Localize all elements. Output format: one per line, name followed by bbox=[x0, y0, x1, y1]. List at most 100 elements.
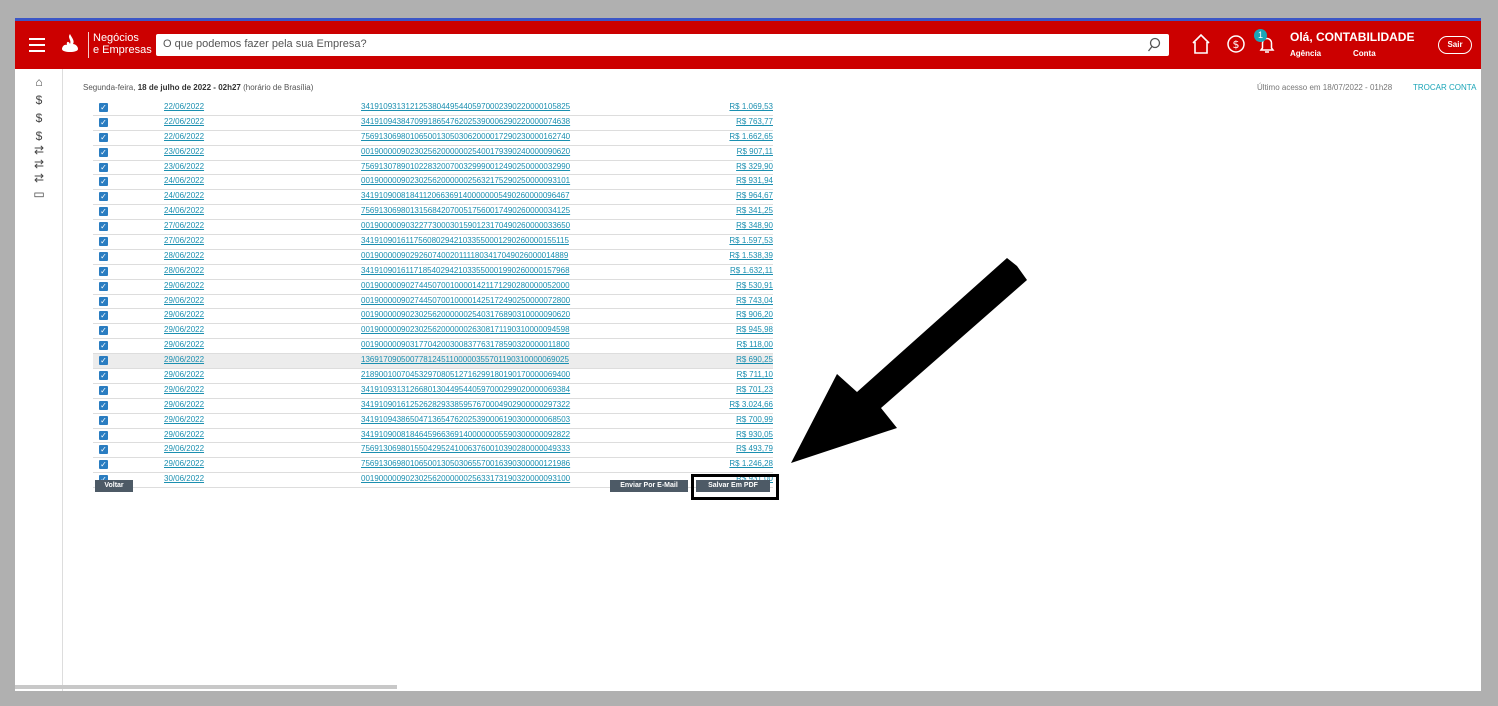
row-value-link[interactable]: R$ 690,25 bbox=[736, 355, 773, 364]
row-checkbox[interactable]: ✓ bbox=[99, 207, 108, 217]
row-checkbox[interactable]: ✓ bbox=[99, 341, 108, 351]
money-refresh-icon[interactable]: $ bbox=[1226, 34, 1246, 54]
dollar-icon[interactable]: $ bbox=[31, 129, 47, 143]
row-value-link[interactable]: R$ 1.632,11 bbox=[730, 266, 773, 275]
row-barcode-link[interactable]: 7569130698015504295241006376001039028000… bbox=[361, 444, 570, 453]
row-value-link[interactable]: R$ 700,99 bbox=[736, 415, 773, 424]
row-barcode-link[interactable]: 3419109008184112066369140000000549026000… bbox=[361, 191, 570, 200]
row-date-link[interactable]: 29/06/2022 bbox=[164, 400, 204, 409]
row-date-link[interactable]: 29/06/2022 bbox=[164, 340, 204, 349]
row-checkbox[interactable]: ✓ bbox=[99, 117, 108, 127]
row-barcode-link[interactable]: 0019000009023025620000002540317689031000… bbox=[361, 310, 570, 319]
row-barcode-link[interactable]: 3419109016117185402942103355000199026000… bbox=[361, 266, 570, 275]
row-value-link[interactable]: R$ 493,79 bbox=[736, 444, 773, 453]
row-barcode-link[interactable]: 3419109313121253804495440597000239022000… bbox=[361, 102, 570, 111]
row-date-link[interactable]: 22/06/2022 bbox=[164, 117, 204, 126]
row-value-link[interactable]: R$ 930,05 bbox=[736, 430, 773, 439]
row-date-link[interactable]: 28/06/2022 bbox=[164, 251, 204, 260]
search-icon[interactable] bbox=[1147, 37, 1161, 53]
money-refresh-icon[interactable]: $ bbox=[31, 111, 47, 125]
row-date-link[interactable]: 22/06/2022 bbox=[164, 102, 204, 111]
row-value-link[interactable]: R$ 3.024,66 bbox=[729, 400, 773, 409]
row-checkbox[interactable]: ✓ bbox=[99, 445, 108, 455]
row-barcode-link[interactable]: 0019000009027445070010000142117129028000… bbox=[361, 281, 570, 290]
switch-account-link[interactable]: TROCAR CONTA bbox=[1413, 83, 1476, 92]
row-barcode-link[interactable]: 7569130789010228320070032999001249025000… bbox=[361, 162, 570, 171]
row-checkbox[interactable]: ✓ bbox=[99, 237, 108, 247]
row-date-link[interactable]: 29/06/2022 bbox=[164, 444, 204, 453]
row-value-link[interactable]: R$ 931,94 bbox=[736, 176, 773, 185]
row-date-link[interactable]: 29/06/2022 bbox=[164, 385, 204, 394]
row-barcode-link[interactable]: 0019000009027445070010000142517249025000… bbox=[361, 296, 570, 305]
hamburger-menu-icon[interactable] bbox=[29, 38, 45, 52]
santander-flame-logo[interactable] bbox=[59, 32, 81, 56]
row-date-link[interactable]: 23/06/2022 bbox=[164, 162, 204, 171]
row-date-link[interactable]: 29/06/2022 bbox=[164, 296, 204, 305]
row-checkbox[interactable]: ✓ bbox=[99, 400, 108, 410]
row-date-link[interactable]: 29/06/2022 bbox=[164, 355, 204, 364]
row-value-link[interactable]: R$ 763,77 bbox=[736, 117, 773, 126]
row-value-link[interactable]: R$ 711,10 bbox=[737, 370, 773, 379]
row-date-link[interactable]: 29/06/2022 bbox=[164, 459, 204, 468]
row-barcode-link[interactable]: 3419109438470991865476202539000629022000… bbox=[361, 117, 570, 126]
row-barcode-link[interactable]: 7569130698010650013050306200001729023000… bbox=[361, 132, 570, 141]
row-date-link[interactable]: 30/06/2022 bbox=[164, 474, 204, 483]
row-barcode-link[interactable]: 0019000009023025620000002630817119031000… bbox=[361, 325, 570, 334]
row-barcode-link[interactable]: 7569130698013156842070051756001749026000… bbox=[361, 206, 570, 215]
row-checkbox[interactable]: ✓ bbox=[99, 103, 108, 112]
row-checkbox[interactable]: ✓ bbox=[99, 222, 108, 232]
money-refresh-icon[interactable]: $ bbox=[31, 93, 47, 107]
home-icon[interactable]: ⌂ bbox=[31, 75, 47, 89]
row-value-link[interactable]: R$ 1.662,65 bbox=[729, 132, 773, 141]
row-value-link[interactable]: R$ 906,20 bbox=[736, 310, 773, 319]
row-checkbox[interactable]: ✓ bbox=[99, 132, 108, 142]
row-date-link[interactable]: 24/06/2022 bbox=[164, 176, 204, 185]
row-date-link[interactable]: 29/06/2022 bbox=[164, 370, 204, 379]
row-barcode-link[interactable]: 0019000009031770420030083776317859032000… bbox=[361, 340, 570, 349]
row-date-link[interactable]: 28/06/2022 bbox=[164, 266, 204, 275]
row-date-link[interactable]: 23/06/2022 bbox=[164, 147, 204, 156]
row-checkbox[interactable]: ✓ bbox=[99, 251, 108, 261]
row-checkbox[interactable]: ✓ bbox=[99, 460, 108, 470]
row-checkbox[interactable]: ✓ bbox=[99, 281, 108, 291]
row-checkbox[interactable]: ✓ bbox=[99, 266, 108, 276]
row-value-link[interactable]: R$ 701,23 bbox=[736, 385, 773, 394]
row-barcode-link[interactable]: 0019000009023025620000002563217529025000… bbox=[361, 176, 570, 185]
row-checkbox[interactable]: ✓ bbox=[99, 385, 108, 395]
row-value-link[interactable]: R$ 1.246,28 bbox=[729, 459, 773, 468]
row-value-link[interactable]: R$ 530,91 bbox=[736, 281, 773, 290]
row-checkbox[interactable]: ✓ bbox=[99, 356, 108, 366]
row-value-link[interactable]: R$ 1.597,53 bbox=[729, 236, 773, 245]
transfer-icon[interactable]: ⇄ bbox=[31, 143, 47, 157]
row-value-link[interactable]: R$ 1.069,53 bbox=[729, 102, 773, 111]
row-date-link[interactable]: 29/06/2022 bbox=[164, 310, 204, 319]
row-value-link[interactable]: R$ 743,04 bbox=[736, 296, 773, 305]
row-checkbox[interactable]: ✓ bbox=[99, 311, 108, 321]
row-checkbox[interactable]: ✓ bbox=[99, 147, 108, 157]
row-date-link[interactable]: 24/06/2022 bbox=[164, 191, 204, 200]
row-barcode-link[interactable]: 3419109016117560802942103355000129026000… bbox=[361, 236, 569, 245]
row-date-link[interactable]: 27/06/2022 bbox=[164, 221, 204, 230]
row-value-link[interactable]: R$ 341,25 bbox=[736, 206, 773, 215]
row-barcode-link[interactable]: 2189001007045329708051271629918019017000… bbox=[361, 370, 570, 379]
row-date-link[interactable]: 22/06/2022 bbox=[164, 132, 204, 141]
row-date-link[interactable]: 29/06/2022 bbox=[164, 415, 204, 424]
row-barcode-link[interactable]: 3419109016125262829338595767000490290000… bbox=[361, 400, 570, 409]
row-value-link[interactable]: R$ 907,11 bbox=[737, 147, 773, 156]
row-value-link[interactable]: R$ 1.538,39 bbox=[729, 251, 773, 260]
row-barcode-link[interactable]: 1369170905007781245110000035570119031000… bbox=[361, 355, 569, 364]
row-value-link[interactable]: R$ 329,90 bbox=[736, 162, 773, 171]
row-checkbox[interactable]: ✓ bbox=[99, 415, 108, 425]
send-email-button[interactable]: Enviar Por E-Mail bbox=[610, 480, 688, 492]
row-checkbox[interactable]: ✓ bbox=[99, 177, 108, 187]
row-barcode-link[interactable]: 7569130698010650013050306557001639030000… bbox=[361, 459, 570, 468]
row-checkbox[interactable]: ✓ bbox=[99, 162, 108, 172]
search-input[interactable]: O que podemos fazer pela sua Empresa? bbox=[156, 34, 1169, 56]
row-barcode-link[interactable]: 3419109313126680130449544059700029902000… bbox=[361, 385, 570, 394]
row-checkbox[interactable]: ✓ bbox=[99, 296, 108, 306]
home-icon[interactable] bbox=[1191, 33, 1211, 55]
transfer-icon[interactable]: ⇄ bbox=[31, 171, 47, 185]
row-barcode-link[interactable]: 3419109438650471365476202539000619030000… bbox=[361, 415, 570, 424]
row-checkbox[interactable]: ✓ bbox=[99, 192, 108, 202]
back-button[interactable]: Voltar bbox=[95, 480, 133, 492]
